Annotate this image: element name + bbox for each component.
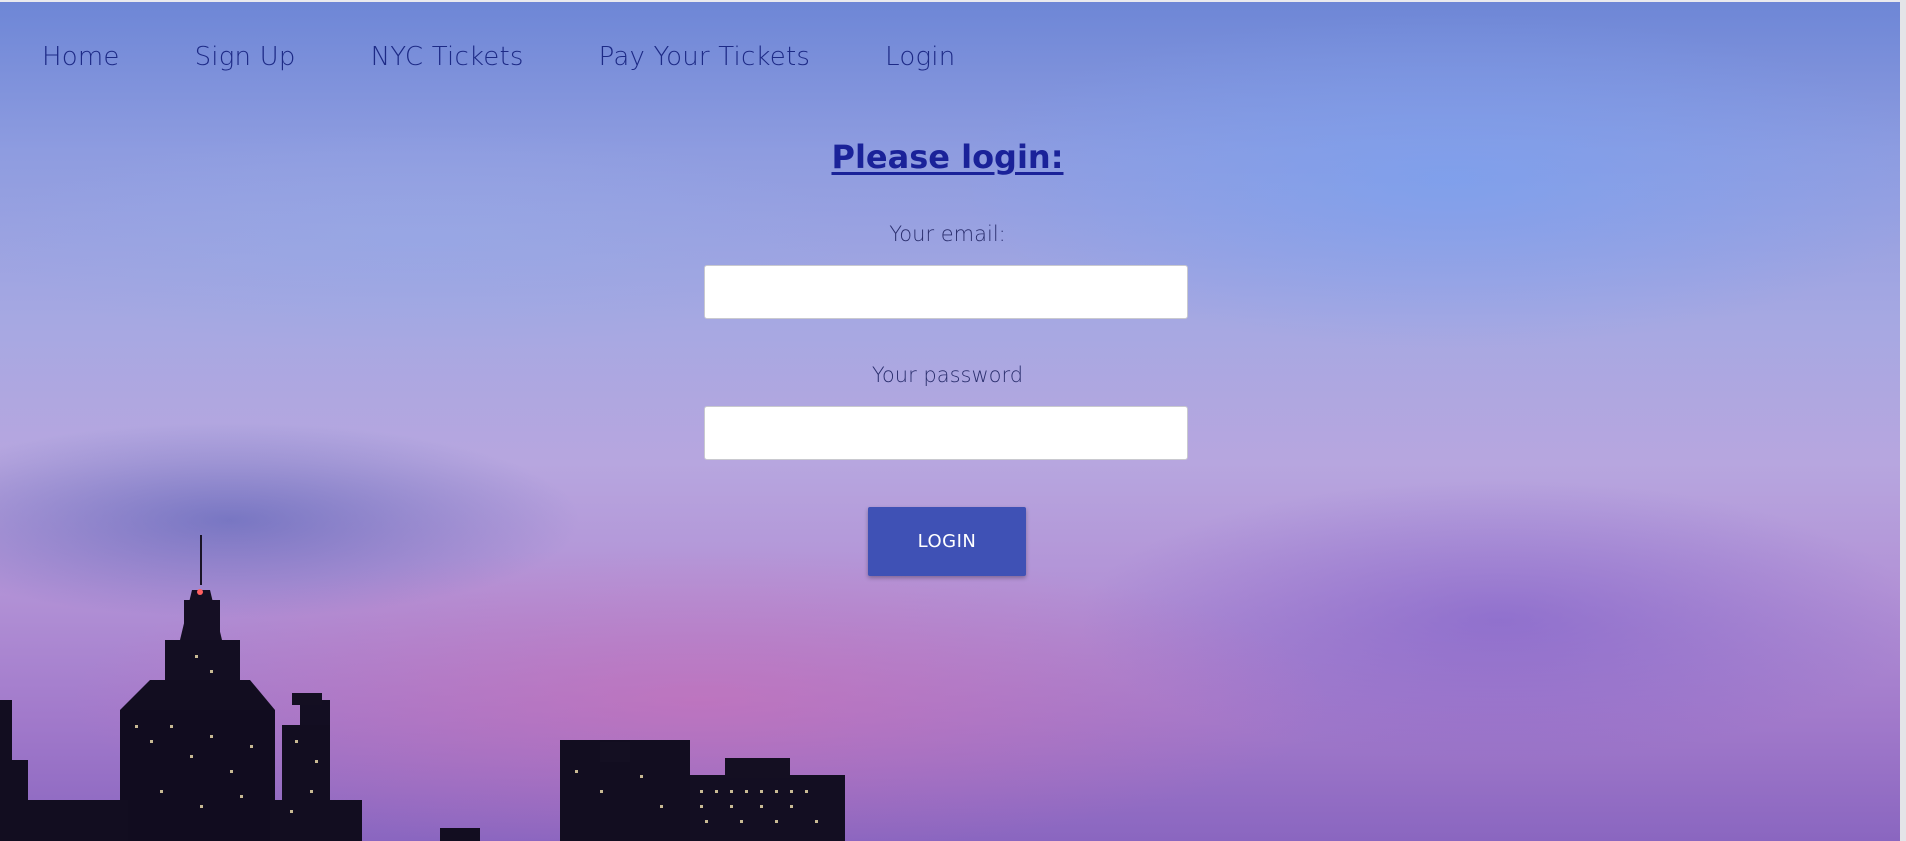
login-title: Please login:: [831, 138, 1064, 176]
login-button[interactable]: LOGIN: [868, 507, 1026, 576]
nav-link-nyc-tickets[interactable]: NYC Tickets: [371, 42, 524, 72]
nav-link-login[interactable]: Login: [885, 42, 955, 72]
page-background: Home Sign Up NYC Tickets Pay Your Ticket…: [0, 0, 1906, 841]
nav-link-sign-up[interactable]: Sign Up: [195, 42, 296, 72]
password-label: Your password: [871, 363, 1024, 387]
window-top-border: [0, 0, 1906, 2]
password-field[interactable]: [704, 406, 1188, 460]
page-scrollbar[interactable]: [1900, 0, 1906, 841]
nav-link-pay-your-tickets[interactable]: Pay Your Tickets: [599, 42, 811, 72]
email-field[interactable]: [704, 265, 1188, 319]
top-navigation: Home Sign Up NYC Tickets Pay Your Ticket…: [42, 42, 1030, 72]
nav-link-home[interactable]: Home: [42, 42, 120, 72]
login-form: Please login: Your email: Your password …: [0, 138, 1895, 576]
email-label: Your email:: [889, 222, 1006, 246]
